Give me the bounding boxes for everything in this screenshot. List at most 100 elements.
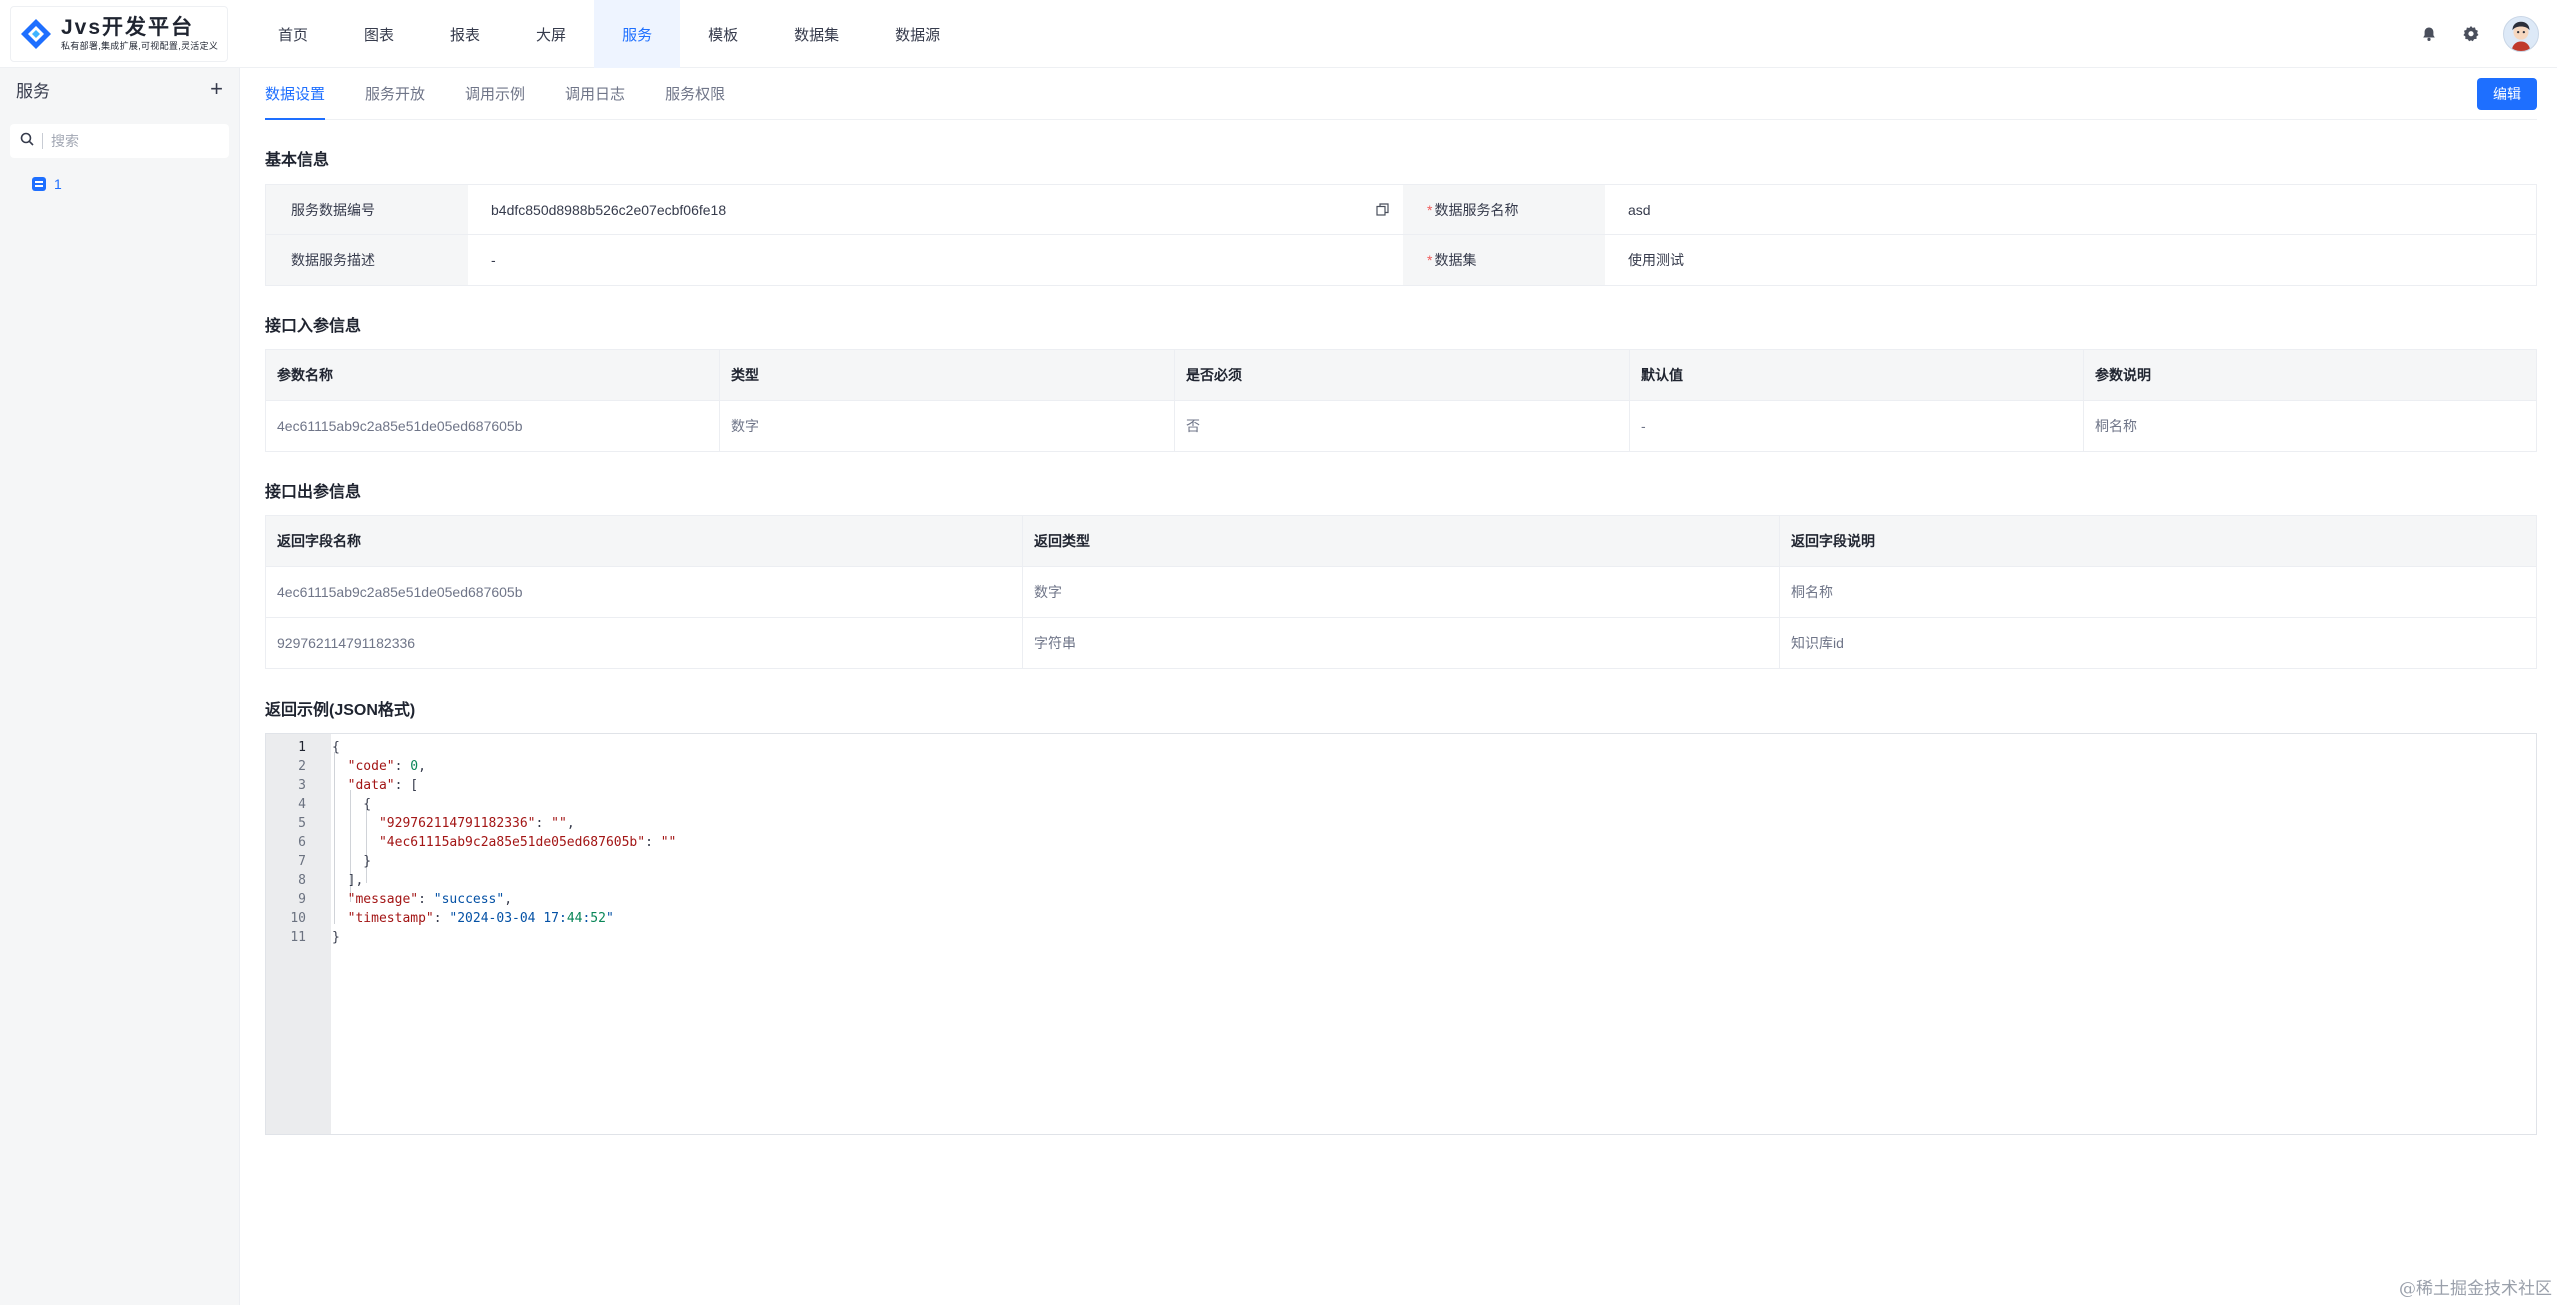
- line-number: 2: [298, 759, 306, 774]
- code-text: ],: [332, 873, 364, 888]
- output-params-table: 返回字段名称 返回类型 返回字段说明 4ec61115ab9c2a85e51de…: [265, 515, 2537, 669]
- table-cell: 数字: [1022, 566, 1780, 618]
- line-number: 1: [298, 740, 306, 755]
- line-number: 4: [298, 797, 306, 812]
- table-cell: 知识库id: [1779, 617, 2537, 669]
- code-text: {: [332, 740, 340, 755]
- column-header: 类型: [719, 349, 1175, 401]
- plus-icon[interactable]: +: [210, 78, 223, 100]
- gear-icon[interactable]: [2461, 24, 2481, 44]
- main-nav: 首页 图表 报表 大屏 服务 模板 数据集 数据源: [250, 0, 968, 68]
- code-text: "929762114791182336": "",: [378, 816, 575, 831]
- input-params-table: 参数名称 类型 是否必须 默认值 参数说明 4ec61115ab9c2a85e5…: [265, 349, 2537, 452]
- search-icon: [20, 132, 34, 151]
- field-value-dataset: 使用测试: [1628, 252, 1684, 268]
- sidebar-item-label: 1: [54, 176, 62, 192]
- table-cell: 桐名称: [2083, 400, 2537, 452]
- edit-button[interactable]: 编辑: [2477, 78, 2537, 110]
- code-line: 2 "code": 0,: [266, 757, 2536, 776]
- line-number: 9: [298, 892, 306, 907]
- copy-icon[interactable]: [1376, 203, 1389, 219]
- code-line: 3 "data": [: [266, 776, 2536, 795]
- code-line: 11}: [266, 928, 2536, 947]
- json-code-editor[interactable]: 1{2 "code": 0, 3 "data": [4 {5 "929762114…: [265, 733, 2537, 1135]
- sidebar-item-1[interactable]: 1: [32, 176, 239, 192]
- code-line: 7 }: [266, 852, 2536, 871]
- sidebar-search: [10, 124, 229, 158]
- tab-service-open[interactable]: 服务开放: [365, 67, 425, 119]
- code-text: "data": [: [347, 778, 419, 793]
- column-header: 返回类型: [1022, 515, 1780, 567]
- line-number: 5: [298, 816, 306, 831]
- logo-title: Jvs开发平台: [61, 16, 195, 39]
- field-label-service-desc: 数据服务描述: [266, 235, 468, 285]
- code-line: 10 "timestamp": "2024-03-04 17:44:52": [266, 909, 2536, 928]
- nav-item-datasets[interactable]: 数据集: [766, 0, 867, 68]
- logo[interactable]: Jvs开发平台 私有部署,集成扩展,可视配置,灵活定义: [10, 6, 228, 62]
- field-value-service-id: b4dfc850d8988b526c2e07ecbf06fe18: [491, 201, 727, 218]
- code-line: 4 {: [266, 795, 2536, 814]
- field-label-service-name: 数据服务名称: [1434, 201, 1519, 218]
- tab-call-example[interactable]: 调用示例: [465, 67, 525, 119]
- nav-item-templates[interactable]: 模板: [680, 0, 766, 68]
- table-cell: 4ec61115ab9c2a85e51de05ed687605b: [265, 400, 720, 452]
- code-text: "code": 0,: [347, 759, 426, 774]
- table-row: 4ec61115ab9c2a85e51de05ed687605b 数字 桐名称: [265, 566, 2537, 618]
- line-number: 10: [290, 911, 306, 926]
- nav-item-charts[interactable]: 图表: [336, 0, 422, 68]
- nav-item-home[interactable]: 首页: [250, 0, 336, 68]
- table-cell: 4ec61115ab9c2a85e51de05ed687605b: [265, 566, 1023, 618]
- table-cell: 929762114791182336: [265, 617, 1023, 669]
- tab-data-settings[interactable]: 数据设置: [265, 67, 326, 120]
- basic-info-title: 基本信息: [265, 152, 330, 169]
- table-cell: 否: [1174, 400, 1630, 452]
- line-number: 8: [298, 873, 306, 888]
- line-number: 11: [290, 930, 306, 945]
- code-line: 9 "message": "success",: [266, 890, 2536, 909]
- code-line: 6 "4ec61115ab9c2a85e51de05ed687605b": "": [266, 833, 2536, 852]
- code-text: }: [332, 854, 372, 869]
- basic-info-grid: 服务数据编号 b4dfc850d8988b526c2e07ecbf06fe18 …: [265, 184, 2537, 286]
- field-value-service-name: asd: [1628, 201, 1651, 218]
- code-line: 5 "929762114791182336": "",: [266, 814, 2536, 833]
- table-cell: 数字: [719, 400, 1175, 452]
- column-header: 是否必须: [1174, 349, 1630, 401]
- tab-call-log[interactable]: 调用日志: [565, 67, 625, 119]
- search-input[interactable]: [42, 133, 212, 149]
- top-bar: Jvs开发平台 私有部署,集成扩展,可视配置,灵活定义 首页 图表 报表 大屏 …: [0, 0, 2557, 68]
- column-header: 默认值: [1629, 349, 2084, 401]
- code-text: }: [332, 930, 340, 945]
- code-text: {: [332, 797, 372, 812]
- code-text: "message": "success",: [347, 892, 513, 907]
- sidebar-title: 服务: [16, 81, 50, 101]
- column-header: 参数说明: [2083, 349, 2537, 401]
- code-text: "timestamp": "2024-03-04 17:44:52": [347, 911, 614, 926]
- nav-item-datasources[interactable]: 数据源: [867, 0, 968, 68]
- watermark: @稀土掘金技术社区: [2399, 1279, 2552, 1299]
- table-cell: 字符串: [1022, 617, 1780, 669]
- bell-icon[interactable]: [2419, 24, 2439, 44]
- service-icon: [32, 177, 46, 191]
- tab-service-permission[interactable]: 服务权限: [665, 67, 725, 119]
- nav-item-reports[interactable]: 报表: [422, 0, 508, 68]
- table-header-row: 返回字段名称 返回类型 返回字段说明: [265, 515, 2537, 567]
- table-cell: -: [1629, 400, 2084, 452]
- response-example-title: 返回示例(JSON格式): [265, 702, 416, 719]
- field-label-service-id: 服务数据编号: [266, 185, 468, 234]
- output-params-title: 接口出参信息: [265, 484, 362, 501]
- nav-item-service[interactable]: 服务: [594, 0, 681, 68]
- input-params-title: 接口入参信息: [265, 318, 362, 335]
- table-row: 4ec61115ab9c2a85e51de05ed687605b 数字 否 - …: [265, 400, 2537, 452]
- line-number: 3: [298, 778, 306, 793]
- main-content: 数据设置 服务开放 调用示例 调用日志 服务权限 编辑 基本信息 服务数据编号 …: [265, 68, 2537, 1305]
- line-number: 7: [298, 854, 306, 869]
- nav-item-bigscreen[interactable]: 大屏: [508, 0, 594, 68]
- table-cell: 桐名称: [1779, 566, 2537, 618]
- field-label-dataset: 数据集: [1434, 252, 1477, 268]
- avatar[interactable]: [2503, 16, 2539, 52]
- code-line: 8 ],: [266, 871, 2536, 890]
- field-value-service-desc: -: [491, 252, 496, 268]
- column-header: 返回字段名称: [265, 515, 1023, 567]
- logo-subtitle: 私有部署,集成扩展,可视配置,灵活定义: [61, 41, 219, 51]
- code-line: 1{: [266, 738, 2536, 757]
